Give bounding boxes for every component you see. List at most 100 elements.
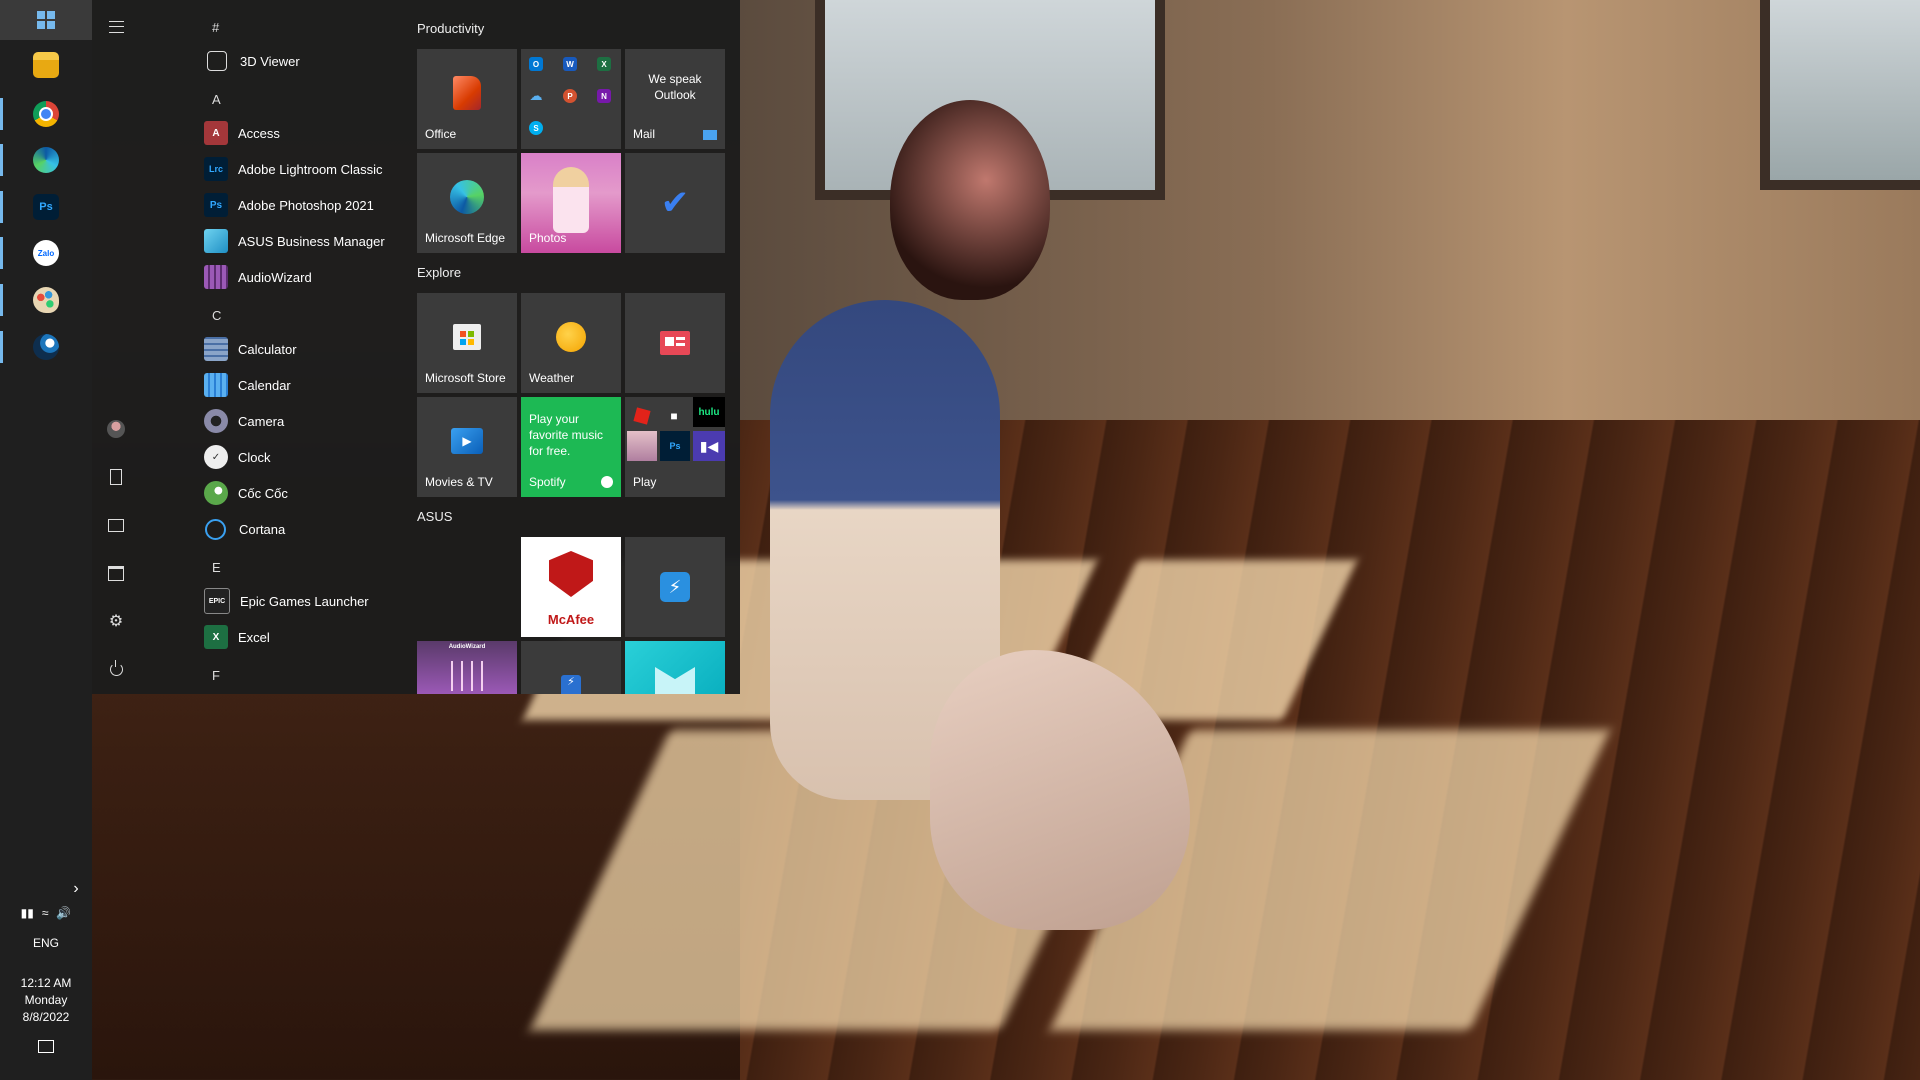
onedrive-icon: ☁	[529, 88, 543, 103]
battery-icon[interactable]: ▮▮	[21, 906, 34, 920]
chevron-right-icon: ›	[73, 880, 79, 897]
documents-button[interactable]	[92, 457, 140, 497]
tile-label: Spotify	[529, 475, 566, 489]
3d-viewer-icon	[207, 51, 227, 71]
weather-icon	[556, 322, 586, 352]
app-label: Cốc Cốc	[238, 485, 288, 501]
mcafee-wordmark: McAfee	[547, 612, 595, 627]
show-hidden-icons-button[interactable]: ›	[0, 880, 92, 898]
clock[interactable]: 12:12 AM Monday 8/8/2022	[0, 975, 92, 1026]
section-letter[interactable]: #	[212, 20, 219, 35]
running-indicator	[0, 237, 3, 269]
taskbar-app-paint[interactable]	[0, 278, 92, 322]
spotify-icon	[601, 476, 613, 488]
taskbar-app-edge[interactable]	[0, 138, 92, 182]
file-explorer-button[interactable]	[92, 553, 140, 593]
section-letter[interactable]: F	[212, 668, 220, 683]
section-letter[interactable]: A	[212, 92, 221, 107]
photo-preview	[553, 167, 589, 233]
coccoc-icon	[204, 481, 228, 505]
gear-icon: ⚙	[108, 613, 124, 630]
paint-icon	[33, 287, 59, 313]
tile-microsoft-edge[interactable]: Microsoft Edge	[417, 153, 517, 253]
tile-audiowizard[interactable]: AudioWizard	[417, 641, 517, 694]
app-label: Adobe Photoshop 2021	[238, 197, 374, 213]
audiowizard-icon	[204, 265, 228, 289]
language-indicator[interactable]: ENG	[0, 936, 92, 950]
mcafee-shield-icon	[549, 551, 593, 597]
system-tray-icons: ▮▮ ≈ 🔊	[0, 906, 92, 920]
action-center-button[interactable]	[0, 1040, 92, 1056]
taskbar-app-steam[interactable]	[0, 325, 92, 369]
word-icon: W	[563, 57, 577, 71]
excel-icon: X	[204, 625, 228, 649]
app-label: Clock	[238, 449, 271, 465]
image-icon	[108, 518, 124, 532]
wallpaper-figure	[890, 100, 1050, 300]
access-icon: A	[204, 121, 228, 145]
tile-photos[interactable]: Photos	[521, 153, 621, 253]
taskbar-app-file-explorer[interactable]	[0, 43, 92, 87]
game-icon: ■	[670, 409, 678, 423]
app-label: Camera	[238, 413, 285, 429]
taskbar-app-zalo[interactable]: Zalo	[0, 231, 92, 275]
folder-icon	[33, 52, 59, 78]
hamburger-icon	[108, 21, 124, 33]
tile-label: Photos	[529, 231, 567, 245]
tile-mail[interactable]: We speak Outlook Mail	[625, 49, 725, 149]
tile-weather[interactable]: Weather	[521, 293, 621, 393]
tile-mcafee[interactable]: McAfee	[521, 537, 621, 637]
group-title-productivity[interactable]: Productivity	[417, 21, 484, 36]
power-button[interactable]	[92, 649, 140, 689]
app-epic-games-launcher[interactable]: EPIC Epic Games Launcher	[204, 584, 484, 618]
tile-news[interactable]	[625, 293, 725, 393]
group-title-explore[interactable]: Explore	[417, 265, 461, 280]
settings-button[interactable]: ⚙	[92, 601, 140, 641]
tile-todo[interactable]: ✔	[625, 153, 725, 253]
tile-myasus[interactable]	[625, 641, 725, 694]
tile-label: Movies & TV	[425, 475, 493, 489]
myasus-icon	[655, 667, 695, 694]
user-account-button[interactable]	[92, 409, 140, 449]
app-label: Epic Games Launcher	[240, 593, 369, 609]
power-icon	[109, 659, 123, 676]
powerpoint-icon: P	[563, 89, 577, 103]
start-button[interactable]	[0, 0, 92, 40]
section-letter[interactable]: C	[212, 308, 221, 323]
excel-icon: X	[597, 57, 611, 71]
taskbar-app-photoshop[interactable]: Ps	[0, 185, 92, 229]
pictures-button[interactable]	[92, 505, 140, 545]
calculator-icon	[204, 337, 228, 361]
game-thumbnail-icon	[627, 431, 657, 461]
tile-movies-tv[interactable]: ▶ Movies & TV	[417, 397, 517, 497]
group-title-asus[interactable]: ASUS	[417, 509, 452, 524]
notification-icon	[38, 1040, 54, 1053]
wifi-icon[interactable]: ≈	[42, 906, 49, 920]
tile-asus-armoury[interactable]: ⚡	[625, 537, 725, 637]
start-rail: ⚙	[92, 0, 140, 694]
tile-microsoft-store[interactable]: Microsoft Store	[417, 293, 517, 393]
clock-date: 8/8/2022	[22, 1010, 70, 1024]
checkmark-icon: ✔	[660, 184, 690, 222]
tile-office-apps-folder[interactable]: O W X ☁ P N S	[521, 49, 621, 149]
tile-play-folder[interactable]: ■ hulu Ps ▮◀ Play	[625, 397, 725, 497]
tile-office[interactable]: Office	[417, 49, 517, 149]
photoshop-express-icon: Ps	[660, 431, 690, 461]
lightroom-icon: Lrc	[204, 157, 228, 181]
news-icon	[660, 331, 690, 355]
hamburger-menu-button[interactable]	[92, 7, 140, 47]
office-icon	[453, 76, 481, 110]
volume-icon[interactable]: 🔊	[56, 906, 71, 920]
asus-business-manager-icon	[204, 229, 228, 253]
section-letter[interactable]: E	[212, 560, 221, 575]
tile-spotify[interactable]: Play your favorite music for free. Spoti…	[521, 397, 621, 497]
dolby-icon: ▮◀	[693, 431, 725, 461]
tile-asus-app[interactable]: ⚡	[521, 641, 621, 694]
onenote-icon: N	[597, 89, 611, 103]
running-indicator	[0, 98, 3, 130]
taskbar-app-chrome[interactable]	[0, 92, 92, 136]
equalizer-icon	[451, 661, 483, 691]
roblox-icon	[631, 405, 653, 427]
chrome-icon	[33, 101, 59, 127]
document-icon	[110, 469, 122, 485]
